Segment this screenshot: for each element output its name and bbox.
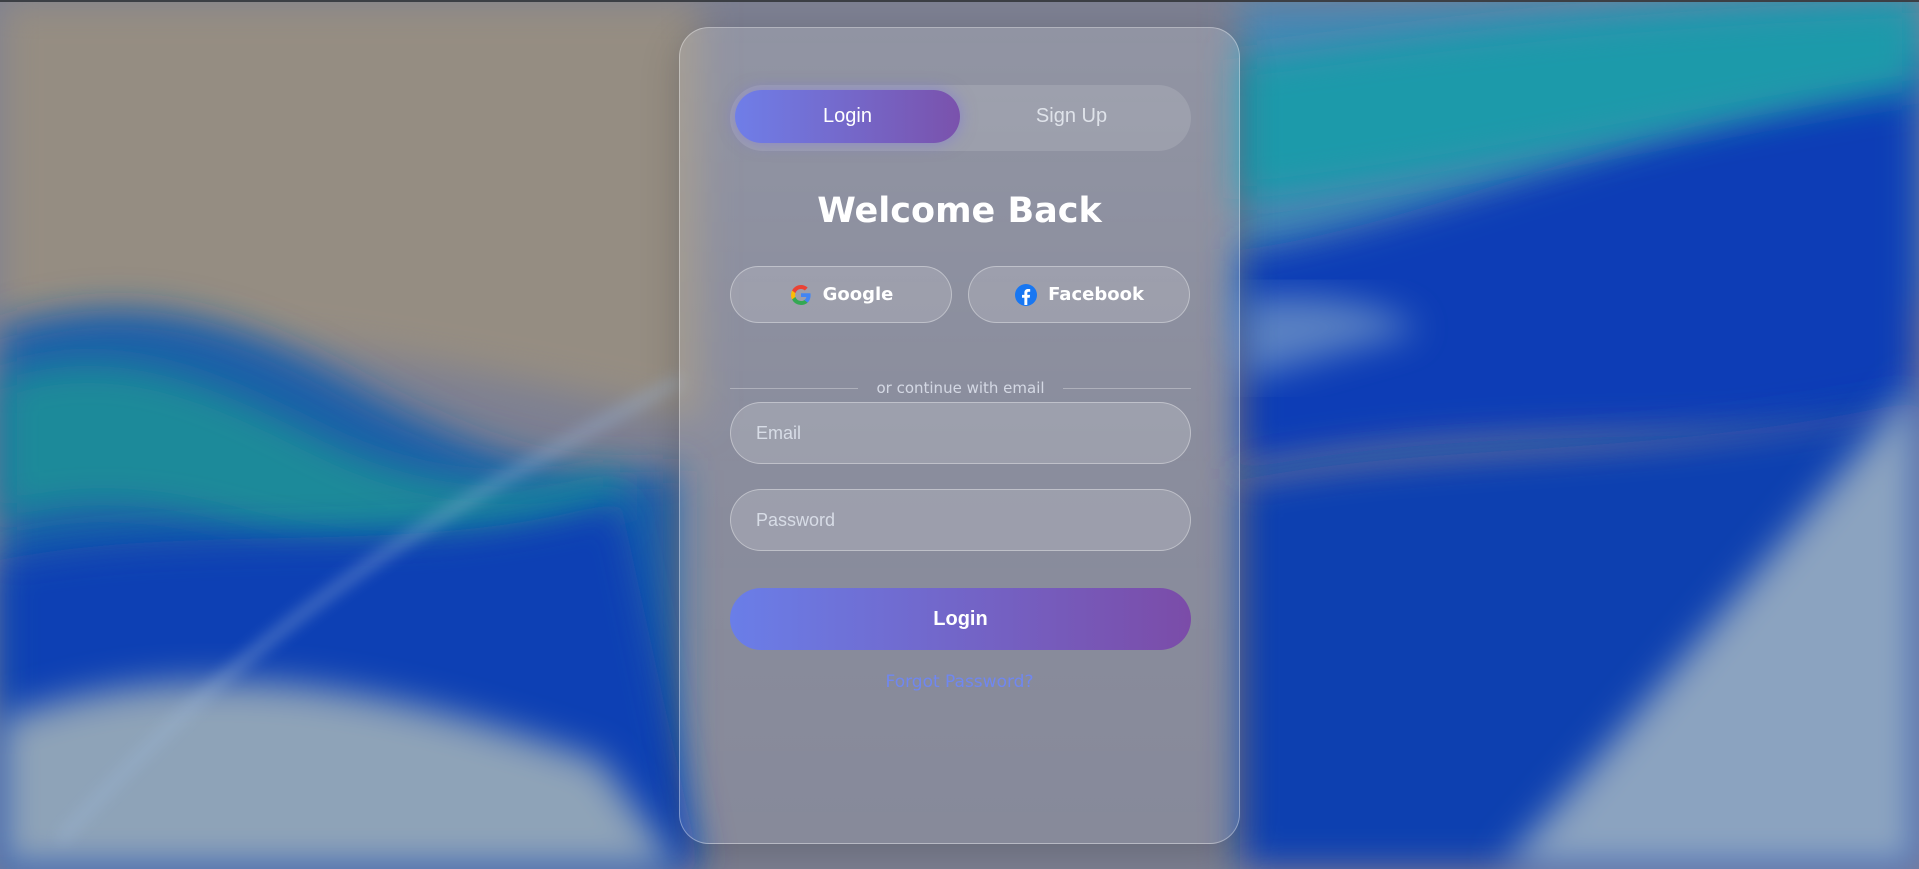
google-login-button[interactable]: Google <box>730 266 952 323</box>
google-button-label: Google <box>822 284 894 305</box>
facebook-icon <box>1014 283 1038 307</box>
page-title: Welcome Back <box>817 191 1102 231</box>
divider-text: or continue with email <box>876 379 1045 397</box>
login-submit-button[interactable]: Login <box>730 588 1191 650</box>
email-divider: or continue with email <box>730 379 1191 397</box>
email-field[interactable] <box>730 402 1191 464</box>
facebook-login-button[interactable]: Facebook <box>968 266 1190 323</box>
auth-card: Login Sign Up Welcome Back Google Facebo… <box>679 27 1240 844</box>
divider-line-left <box>730 387 859 389</box>
tab-sign-up[interactable]: Sign Up <box>959 90 1184 143</box>
tab-login[interactable]: Login <box>735 90 960 143</box>
facebook-button-label: Facebook <box>1048 284 1144 305</box>
auth-tab-switcher: Login Sign Up <box>730 85 1191 151</box>
window-top-border <box>0 0 1919 2</box>
password-field[interactable] <box>730 489 1191 551</box>
divider-line-right <box>1062 387 1191 389</box>
google-icon <box>789 283 813 307</box>
forgot-password-link[interactable]: Forgot Password? <box>680 672 1239 692</box>
